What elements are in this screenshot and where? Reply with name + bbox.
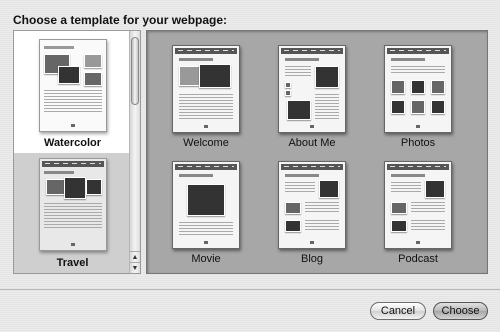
theme-item-travel[interactable]: Travel xyxy=(14,153,131,273)
theme-item-watercolor[interactable]: Watercolor xyxy=(14,31,131,153)
footer-divider xyxy=(0,289,500,290)
template-photos[interactable]: Photos xyxy=(384,45,452,155)
theme-list-scrollbar[interactable]: ▲ ▼ xyxy=(129,31,140,273)
arrow-up-icon[interactable]: ▲ xyxy=(130,251,140,262)
template-about-me[interactable]: About Me xyxy=(278,45,346,155)
choose-button[interactable]: Choose xyxy=(433,302,488,320)
template-label-photos: Photos xyxy=(400,137,436,149)
watercolor-thumbnail xyxy=(39,39,107,132)
theme-label-travel: Travel xyxy=(56,257,89,269)
template-label-welcome: Welcome xyxy=(183,137,229,149)
template-label-podcast: Podcast xyxy=(398,253,438,265)
theme-label-watercolor: Watercolor xyxy=(43,137,102,149)
welcome-thumbnail xyxy=(172,45,240,133)
template-label-about-me: About Me xyxy=(288,137,336,149)
template-label-blog: Blog xyxy=(300,253,324,265)
template-movie[interactable]: Movie xyxy=(172,161,240,271)
cancel-button[interactable]: Cancel xyxy=(370,302,426,320)
arrow-down-icon[interactable]: ▼ xyxy=(130,262,140,273)
template-blog[interactable]: Blog xyxy=(278,161,346,271)
movie-thumbnail xyxy=(172,161,240,249)
blog-thumbnail xyxy=(278,161,346,249)
theme-list[interactable]: Watercolor Travel ▲ ▼ xyxy=(13,30,141,274)
dialog-title: Choose a template for your webpage: xyxy=(13,13,228,27)
scroll-thumb[interactable] xyxy=(131,37,139,105)
template-grid: Welcome About Me Photos Movie Blog Podca… xyxy=(146,30,488,274)
template-label-movie: Movie xyxy=(191,253,221,265)
template-podcast[interactable]: Podcast xyxy=(384,161,452,271)
podcast-thumbnail xyxy=(384,161,452,249)
template-welcome[interactable]: Welcome xyxy=(172,45,240,155)
photos-thumbnail xyxy=(384,45,452,133)
about-me-thumbnail xyxy=(278,45,346,133)
travel-thumbnail xyxy=(39,158,107,251)
